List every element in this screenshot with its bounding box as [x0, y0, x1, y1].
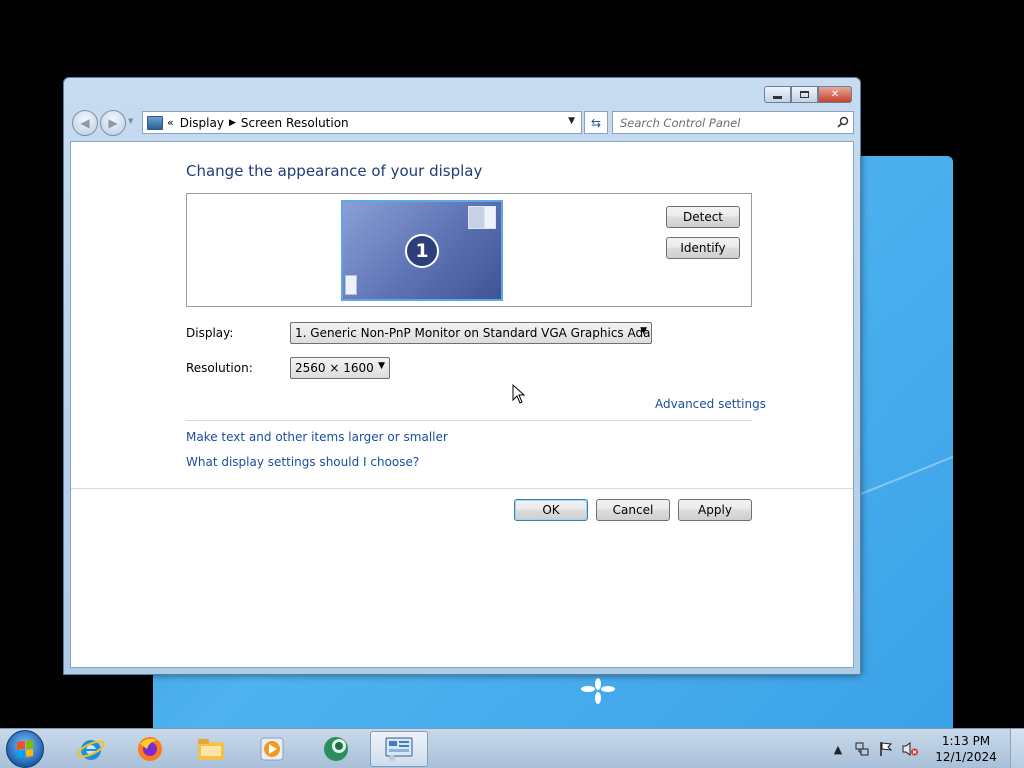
action-center-flag-icon[interactable]	[877, 741, 895, 757]
breadcrumb-item-screen-resolution[interactable]: Screen Resolution	[241, 116, 349, 130]
maximize-button[interactable]	[791, 86, 818, 103]
windows-logo-icon	[17, 740, 33, 758]
firefox-icon	[138, 737, 162, 761]
page-title: Change the appearance of your display	[186, 162, 483, 180]
refresh-icon: ⇆	[590, 115, 602, 130]
recent-pages-dropdown-icon[interactable]: ▼	[128, 117, 133, 125]
internet-explorer-icon	[77, 740, 105, 760]
clock-time: 1:13 PM	[941, 734, 991, 748]
close-button[interactable]: ✕	[818, 86, 852, 103]
minimize-icon	[773, 96, 782, 99]
taskbar-app[interactable]	[307, 731, 365, 767]
address-bar[interactable]: « Display ▶ Screen Resolution ▼	[142, 111, 582, 134]
caption-buttons: ✕	[764, 86, 852, 103]
wallpaper-logo-icon	[581, 678, 615, 704]
show-desktop-button[interactable]	[1010, 729, 1024, 768]
identify-button[interactable]: Identify	[666, 237, 740, 259]
breadcrumb-item-display[interactable]: Display	[180, 116, 224, 130]
client-area: Change the appearance of your display 1 …	[70, 141, 854, 668]
display-help-link[interactable]: What display settings should I choose?	[186, 455, 419, 469]
text-size-link[interactable]: Make text and other items larger or smal…	[186, 430, 448, 444]
screen-resolution-window: ✕ ◀ ▶ ▼ « Display ▶ Screen Resolution ▼ …	[63, 77, 861, 675]
system-tray: ▲ 1:13 PM 12/1/2024	[826, 729, 1024, 768]
search-icon[interactable]	[837, 116, 849, 128]
display-select[interactable]: 1. Generic Non-PnP Monitor on Standard V…	[290, 322, 652, 344]
taskbar: ▲ 1:13 PM 12/1/2024	[0, 728, 1024, 768]
close-icon: ✕	[830, 89, 840, 100]
minimize-button[interactable]	[764, 86, 791, 103]
advanced-settings-link[interactable]: Advanced settings	[655, 397, 766, 411]
volume-muted-icon[interactable]	[901, 741, 919, 757]
detect-button[interactable]: Detect	[666, 206, 740, 228]
windows-explorer-icon	[198, 739, 224, 760]
back-arrow-icon: ◀	[80, 116, 90, 130]
refresh-button[interactable]: ⇆	[584, 111, 608, 134]
taskbar-media-player[interactable]	[243, 731, 301, 767]
divider	[186, 420, 752, 421]
breadcrumb-overflow[interactable]: «	[167, 116, 174, 129]
clock[interactable]: 1:13 PM 12/1/2024	[926, 733, 1006, 765]
breadcrumb-separator-icon[interactable]: ▶	[229, 118, 236, 128]
monitor-taskbar-glyph-icon	[345, 275, 357, 295]
forward-button[interactable]: ▶	[100, 110, 126, 136]
taskbar-control-panel[interactable]	[370, 731, 428, 767]
start-button[interactable]	[6, 730, 44, 768]
back-button[interactable]: ◀	[72, 110, 98, 136]
monitor-arrangement-panel: 1 Detect Identify	[186, 193, 752, 307]
resolution-label: Resolution:	[186, 361, 253, 375]
apply-button[interactable]: Apply	[678, 499, 752, 521]
chevron-down-icon: ▼	[378, 361, 385, 371]
chevron-down-icon: ▼	[640, 326, 647, 336]
ok-button[interactable]: OK	[514, 499, 588, 521]
address-dropdown-icon[interactable]: ▼	[568, 116, 575, 126]
show-hidden-icons-icon[interactable]: ▲	[829, 741, 847, 757]
button-divider	[71, 488, 853, 489]
search-input[interactable]	[620, 113, 830, 133]
monitor-window-glyph-icon	[468, 206, 496, 229]
forward-arrow-icon: ▶	[108, 116, 118, 130]
cancel-button[interactable]: Cancel	[596, 499, 670, 521]
mouse-cursor-icon	[512, 384, 526, 404]
control-panel-icon	[385, 737, 413, 761]
app-icon	[324, 737, 348, 761]
navigation-bar: ◀ ▶ ▼ « Display ▶ Screen Resolution ▼ ⇆	[72, 109, 854, 137]
taskbar-internet-explorer[interactable]	[62, 731, 120, 767]
breadcrumb: « Display ▶ Screen Resolution	[167, 116, 349, 130]
clock-date: 12/1/2024	[935, 750, 997, 764]
taskbar-firefox[interactable]	[121, 731, 179, 767]
resolution-select[interactable]: 2560 × 1600 ▼	[290, 357, 390, 379]
taskbar-windows-explorer[interactable]	[182, 731, 240, 767]
search-box[interactable]	[612, 111, 854, 134]
control-panel-location-icon	[147, 115, 163, 130]
monitor-1-thumbnail[interactable]: 1	[341, 200, 503, 301]
display-select-value: 1. Generic Non-PnP Monitor on Standard V…	[295, 326, 652, 340]
maximize-icon	[800, 91, 809, 98]
media-player-icon	[260, 737, 284, 761]
monitor-number-badge: 1	[405, 234, 439, 268]
display-label: Display:	[186, 326, 234, 340]
resolution-select-value: 2560 × 1600	[295, 361, 374, 375]
network-icon[interactable]	[853, 741, 871, 757]
